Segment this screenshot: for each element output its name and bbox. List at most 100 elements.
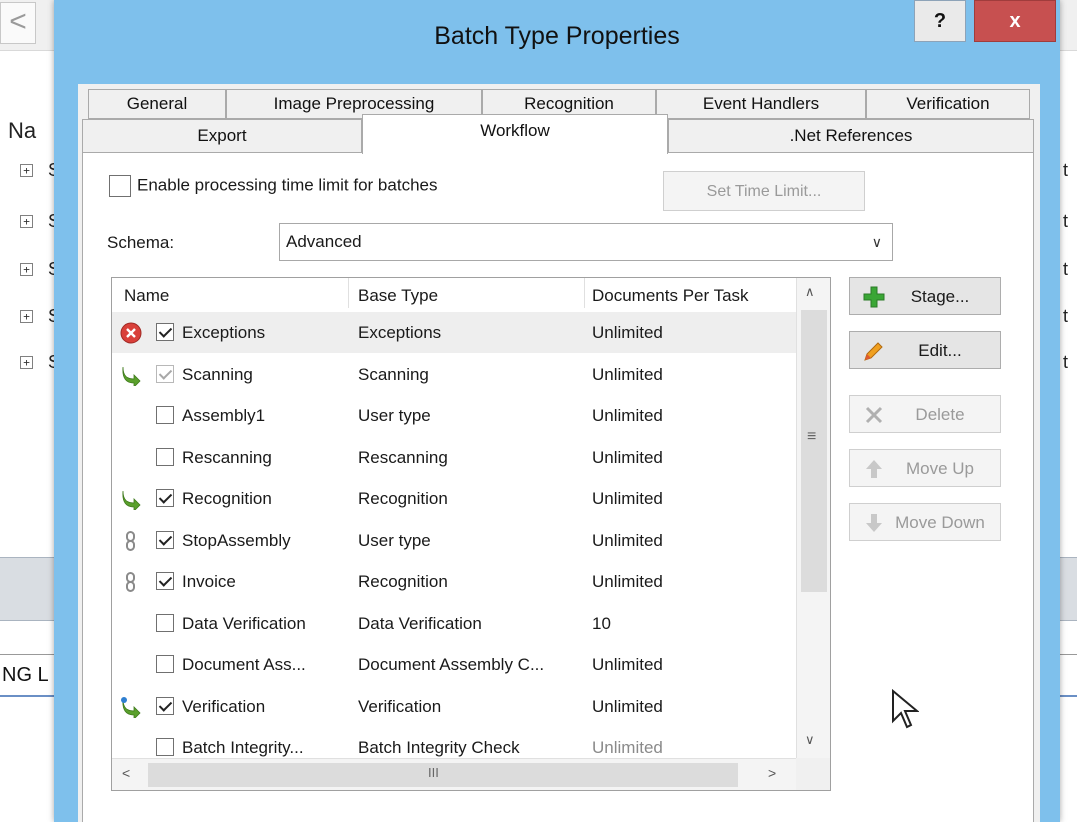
tab-export[interactable]: Export — [82, 119, 362, 153]
stage-documents-per-task: Unlimited — [592, 447, 663, 467]
background-tree-row[interactable]: +S — [0, 211, 60, 235]
background-tree-row[interactable]: +S — [0, 352, 60, 376]
move-up-button[interactable]: Move Up — [849, 449, 1001, 487]
stage-name: Rescanning — [182, 447, 272, 467]
help-button[interactable]: ? — [914, 0, 966, 42]
stage-enabled-checkbox[interactable] — [156, 613, 174, 632]
list-item[interactable]: Assembly1 User type Unlimited — [112, 395, 796, 436]
stage-base-type: Scanning — [358, 364, 429, 384]
stage-enabled-checkbox[interactable] — [156, 530, 174, 549]
list-item[interactable]: Recognition Recognition Unlimited — [112, 478, 796, 519]
chevron-down-icon: ∨ — [871, 234, 882, 250]
stage-base-type: Exceptions — [358, 323, 442, 342]
list-item[interactable]: Exceptions Exceptions Unlimited — [112, 312, 796, 353]
background-panel-band — [0, 557, 54, 621]
tab-verification[interactable]: Verification — [866, 89, 1030, 119]
grip-icon: III — [428, 765, 439, 780]
tab-net-references[interactable]: .Net References — [668, 119, 1034, 153]
enable-time-limit-label: Enable processing time limit for batches — [137, 175, 438, 195]
list-item[interactable]: Scanning Scanning Unlimited — [112, 354, 796, 395]
column-header-base-type[interactable]: Base Type — [358, 286, 438, 306]
vertical-scrollbar[interactable]: ∧ ≡ ∨ — [796, 278, 830, 758]
stage-enabled-checkbox[interactable] — [156, 364, 174, 383]
stage-enabled-checkbox[interactable] — [156, 655, 174, 673]
stage-base-type: Rescanning — [358, 447, 448, 467]
stage-enabled-checkbox[interactable] — [156, 447, 174, 466]
expand-icon[interactable]: + — [20, 310, 33, 323]
enable-time-limit-row[interactable]: Enable processing time limit for batches — [109, 175, 437, 197]
tab-general[interactable]: General — [88, 89, 226, 119]
stage-base-type: Document Assembly C... — [358, 655, 545, 674]
background-tree-row[interactable]: +S — [0, 259, 60, 283]
edit-button[interactable]: Edit... — [849, 331, 1001, 369]
arrow-right-green-icon — [120, 488, 142, 512]
tab-workflow[interactable]: Workflow — [362, 114, 668, 154]
stage-button[interactable]: Stage... — [849, 277, 1001, 315]
list-item[interactable]: Invoice Recognition Unlimited — [112, 561, 796, 602]
stage-name: StopAssembly — [182, 530, 291, 550]
vertical-scroll-thumb[interactable] — [801, 310, 827, 592]
expand-icon[interactable]: + — [20, 215, 33, 228]
column-header-documents-per-task[interactable]: Documents Per Task — [592, 286, 749, 306]
background-tab[interactable]: NG L — [0, 654, 56, 697]
background-text-fragment: t — [1063, 160, 1069, 180]
schema-label: Schema: — [107, 233, 175, 252]
stage-base-type: User type — [358, 530, 431, 550]
column-header-name[interactable]: Name — [124, 286, 169, 306]
stage-enabled-checkbox[interactable] — [156, 738, 174, 756]
background-text-fragment: t — [1063, 352, 1069, 372]
stage-documents-per-task: Unlimited — [592, 655, 663, 674]
list-item[interactable]: Verification Verification Unlimited — [112, 686, 796, 727]
error-icon — [120, 322, 142, 344]
mouse-cursor-icon — [892, 689, 919, 729]
background-tree-row[interactable]: +S — [0, 160, 60, 184]
background-tab — [1060, 654, 1077, 697]
back-button[interactable]: < — [0, 2, 36, 44]
stage-enabled-checkbox[interactable] — [156, 323, 174, 341]
arrow-right-green-blue-icon — [120, 696, 142, 720]
stage-name: Document Ass... — [182, 655, 306, 674]
horizontal-scroll-thumb[interactable] — [148, 763, 738, 787]
stage-base-type: User type — [358, 406, 431, 425]
workflow-stages-list[interactable]: Name Base Type Documents Per Task Except… — [111, 277, 831, 791]
list-item[interactable]: Data Verification Data Verification 10 — [112, 603, 796, 644]
background-tree-row[interactable]: +S — [0, 306, 60, 330]
link-icon — [120, 571, 142, 593]
expand-icon[interactable]: + — [20, 356, 33, 369]
schema-select[interactable]: Advanced ∨ — [279, 223, 893, 261]
list-item[interactable]: Document Ass... Document Assembly C... Unl… — [112, 644, 796, 685]
scroll-up-icon[interactable]: ∧ — [805, 284, 815, 300]
stage-base-type: Recognition — [358, 489, 448, 508]
stage-name: Scanning — [182, 364, 253, 384]
list-item[interactable]: Rescanning Rescanning Unlimited — [112, 437, 796, 478]
schema-value: Advanced — [286, 232, 362, 251]
background-panel-band — [1060, 557, 1077, 621]
stage-enabled-checkbox[interactable] — [156, 696, 174, 715]
scroll-left-icon[interactable]: < — [122, 765, 130, 781]
scrollbar-corner — [796, 758, 830, 790]
horizontal-scrollbar[interactable]: < III > — [112, 758, 796, 790]
stage-documents-per-task: Unlimited — [592, 323, 663, 342]
link-icon — [120, 530, 142, 552]
stage-documents-per-task: Unlimited — [592, 530, 663, 550]
stage-enabled-checkbox[interactable] — [156, 489, 174, 507]
enable-time-limit-checkbox[interactable] — [109, 175, 131, 197]
stage-documents-per-task: Unlimited — [592, 489, 663, 508]
expand-icon[interactable]: + — [20, 263, 33, 276]
stage-enabled-checkbox[interactable] — [156, 406, 174, 424]
stage-enabled-checkbox[interactable] — [156, 572, 174, 590]
tab-event-handlers[interactable]: Event Handlers — [656, 89, 866, 119]
dialog-title: Batch Type Properties — [434, 22, 680, 50]
scroll-right-icon[interactable]: > — [768, 765, 776, 781]
delete-button[interactable]: Delete — [849, 395, 1001, 433]
expand-icon[interactable]: + — [20, 164, 33, 177]
close-button[interactable]: x — [974, 0, 1056, 42]
dialog-titlebar[interactable]: Batch Type Properties ? x — [54, 0, 1060, 84]
move-down-button[interactable]: Move Down — [849, 503, 1001, 541]
stage-documents-per-task: Unlimited — [592, 738, 663, 757]
list-item[interactable]: StopAssembly User type Unlimited — [112, 520, 796, 561]
scroll-down-icon[interactable]: ∨ — [805, 732, 815, 748]
background-text-fragment: t — [1063, 306, 1069, 326]
stage-name: Verification — [182, 696, 266, 716]
set-time-limit-button[interactable]: Set Time Limit... — [663, 171, 865, 211]
